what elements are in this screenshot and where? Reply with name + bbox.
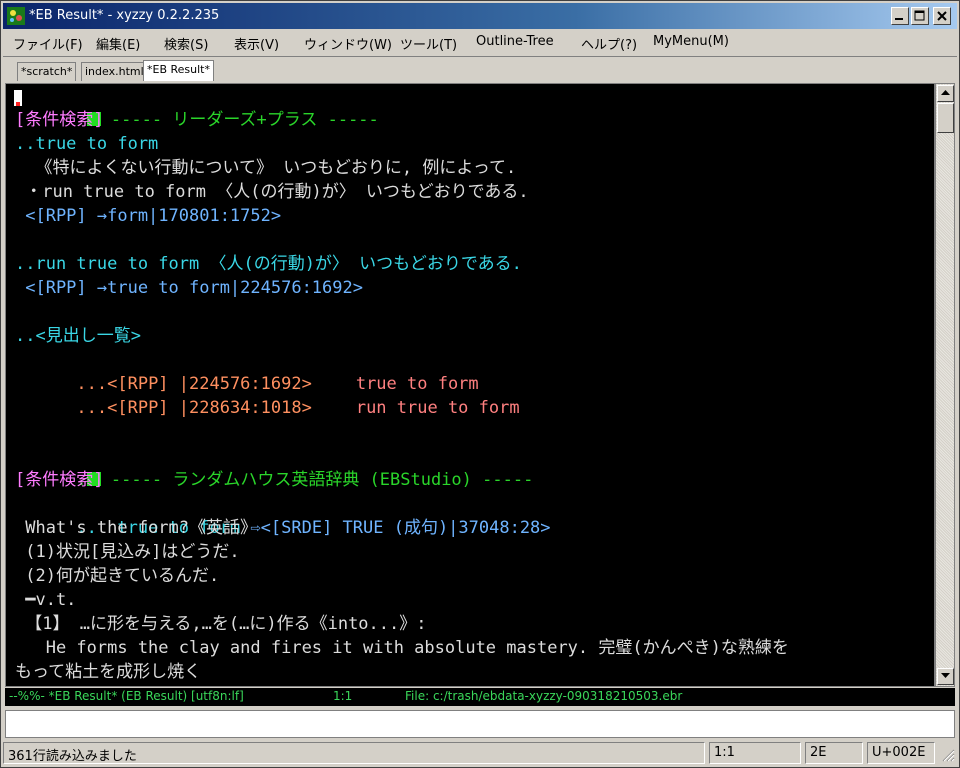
- search-condition-label: [条件検索]: [15, 110, 104, 130]
- menu-outline-tree[interactable]: Outline-Tree: [476, 34, 554, 49]
- menu-view[interactable]: 表示(V): [234, 34, 279, 53]
- entry-text: もって粘土を成形し焼く: [15, 662, 202, 682]
- entry-headword-row[interactable]: .. true to form ⇨<[SRDE] TRUE (成句)|37048…: [15, 492, 550, 538]
- entry-text: (2)何が起きているんだ.: [15, 566, 220, 586]
- arrow-down-icon: [941, 673, 950, 678]
- tab-scratch[interactable]: *scratch*: [17, 62, 77, 81]
- close-icon: [937, 11, 947, 21]
- minimize-icon: [895, 18, 903, 20]
- heading-list-label: ..<見出し一覧>: [15, 326, 141, 346]
- section-heading: . ----- ランダムハウス英語辞典 (EBStudio) -----: [15, 444, 533, 490]
- minimize-button[interactable]: [891, 7, 909, 25]
- search-condition-label: [条件検索]: [15, 470, 104, 490]
- heading-title: ----- ランダムハウス英語辞典 (EBStudio) -----: [100, 470, 534, 490]
- scrollbar-thumb[interactable]: [937, 103, 954, 133]
- menu-tools[interactable]: ツール(T): [400, 34, 457, 53]
- entry-reference-link[interactable]: <[RPP] →true to form|224576:1692>: [15, 276, 363, 300]
- menu-file[interactable]: ファイル(F): [13, 34, 83, 53]
- entry-reference-link[interactable]: ⇨<[SRDE] TRUE (成句)|37048:28>: [250, 518, 550, 538]
- entry-reference-link[interactable]: <[RPP] →form|170801:1752>: [15, 204, 281, 228]
- mode-line-buffer-info: --%%- *EB Result* (EB Result) [utf8n:lf]: [9, 689, 244, 703]
- tab-index-html[interactable]: index.html: [81, 62, 148, 81]
- resize-grip-icon[interactable]: [941, 748, 955, 762]
- status-codepoint: U+002E: [867, 742, 935, 764]
- menu-mymenu[interactable]: MyMenu(M): [653, 34, 729, 49]
- menu-window[interactable]: ウィンドウ(W): [304, 34, 392, 53]
- status-char-hex: 2E: [805, 742, 863, 764]
- entry-text: (1)状況[見込み]はどうだ.: [15, 542, 240, 562]
- title-bar[interactable]: *EB Result* - xyzzy 0.2.2.235: [3, 3, 957, 29]
- entry-text: 《特によくない行動について》 いつもどおりに, 例によって.: [15, 158, 517, 178]
- scroll-up-button[interactable]: [937, 85, 954, 102]
- mode-line: --%%- *EB Result* (EB Result) [utf8n:lf]…: [5, 688, 955, 706]
- status-bar: 361行読み込みました 1:1 2E U+002E: [3, 740, 957, 766]
- menu-search[interactable]: 検索(S): [164, 34, 208, 53]
- mode-line-file-path: File: c:/trash/ebdata-xyzzy-090318210503…: [405, 689, 683, 703]
- menu-bar: ファイル(F) 編集(E) 検索(S) 表示(V) ウィンドウ(W) ツール(T…: [3, 30, 957, 54]
- menu-edit[interactable]: 編集(E): [96, 34, 140, 53]
- close-button[interactable]: [933, 7, 951, 25]
- entry-text: He forms the clay and fires it with abso…: [15, 638, 789, 658]
- arrow-up-icon: [941, 90, 950, 95]
- heading-list-ref[interactable]: ...<[RPP] |228634:1018>: [76, 398, 311, 418]
- app-window: *EB Result* - xyzzy 0.2.2.235 ファイル(F) 編集…: [0, 0, 960, 768]
- xyzzy-app-icon: [7, 7, 25, 25]
- entry-text: What's the form?《英話》: [15, 518, 257, 538]
- scroll-down-button[interactable]: [937, 668, 954, 685]
- entry-text: ━v.t.: [15, 590, 77, 610]
- heading-list-row[interactable]: ...<[RPP] |228634:1018> run true to form: [15, 372, 519, 418]
- tab-eb-result[interactable]: *EB Result*: [143, 60, 214, 81]
- entry-headword[interactable]: ..true to form: [15, 132, 158, 156]
- vertical-scrollbar[interactable]: [935, 83, 955, 687]
- buffer-tab-bar: *scratch* index.html *EB Result*: [3, 56, 957, 82]
- maximize-button[interactable]: [911, 7, 929, 25]
- window-title: *EB Result* - xyzzy 0.2.2.235: [29, 8, 220, 23]
- editor-buffer[interactable]: . ----- リーダーズ+プラス ----- [条件検索] ..true to…: [5, 83, 935, 687]
- status-cursor-position: 1:1: [709, 742, 801, 764]
- heading-title: ----- リーダーズ+プラス -----: [100, 110, 379, 130]
- heading-list-word[interactable]: run true to form: [356, 398, 520, 418]
- minibuffer-input[interactable]: [5, 710, 955, 738]
- menu-help[interactable]: ヘルプ(?): [581, 34, 637, 53]
- maximize-icon: [914, 10, 925, 21]
- section-heading: . ----- リーダーズ+プラス -----: [15, 84, 378, 130]
- heading-list-row[interactable]: ...<[RPP] |224576:1692> true to form: [15, 348, 478, 394]
- entry-headword[interactable]: ..run true to form 〈人(の行動)が〉 いつもどおりである.: [15, 252, 522, 276]
- status-message: 361行読み込みました: [3, 742, 705, 764]
- mode-line-position: 1:1: [333, 689, 353, 703]
- entry-text: 【1】 …に形を与える,…を(…に)作る《into...》:: [15, 614, 427, 634]
- entry-text: ・run true to form 〈人(の行動)が〉 いつもどおりである.: [15, 182, 529, 202]
